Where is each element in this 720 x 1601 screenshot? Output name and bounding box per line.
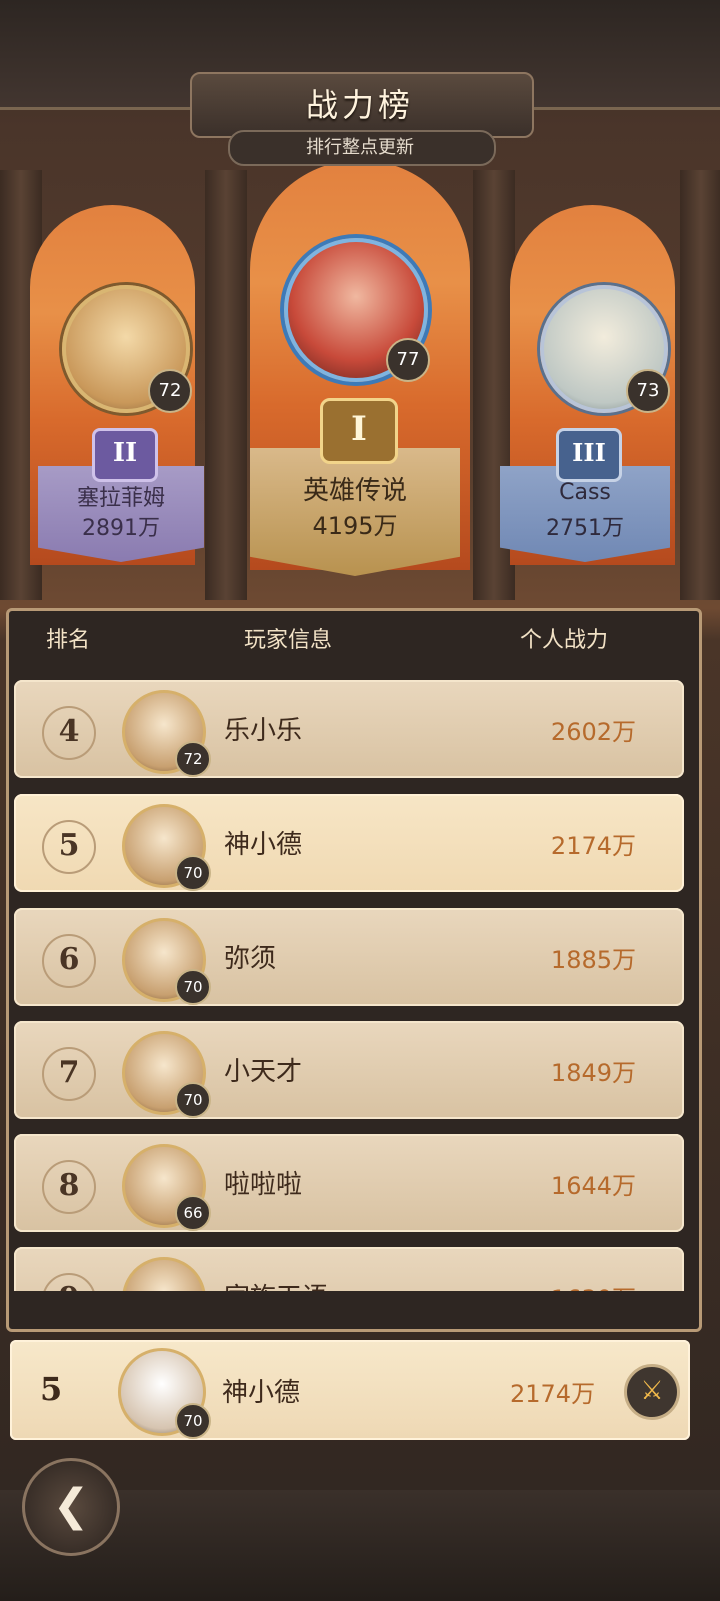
level-badge: 73 (626, 369, 670, 413)
podium-banner-1: 英雄传说 4195万 (250, 448, 460, 576)
level-badge: 77 (386, 338, 430, 382)
player-power: 1885万 (550, 946, 636, 974)
podium-power: 2751万 (546, 516, 624, 541)
level-badge: 70 (175, 1082, 211, 1118)
my-power: 2174万 (510, 1380, 596, 1408)
level-badge: 66 (175, 1195, 211, 1231)
podium-name: 塞拉菲姆 (76, 486, 165, 511)
my-name: 神小德 (222, 1378, 301, 1408)
level-badge: 70 (175, 855, 211, 891)
player-power: 1644万 (550, 1172, 636, 1200)
swords-icon[interactable]: ⚔ (624, 1364, 680, 1420)
rank-emblem-1: I (320, 398, 398, 464)
avatar[interactable]: 72 (122, 690, 211, 777)
level-badge: 70 (175, 969, 211, 1005)
avatar[interactable]: 70 (122, 804, 211, 891)
level-badge: 72 (175, 741, 211, 777)
rank-number: 8 (42, 1160, 96, 1214)
my-rank-number: 5 (40, 1370, 63, 1408)
pillar-mid-left (205, 170, 247, 600)
podium-avatar-1[interactable]: 77 (284, 238, 430, 382)
podium-power: 4195万 (312, 512, 398, 540)
podium-avatar-3[interactable]: 73 (540, 285, 670, 413)
rank-number: 6 (42, 934, 96, 988)
list-item[interactable]: 6 70 弥须 1885万 (14, 908, 684, 1006)
my-rank-bar[interactable]: 5 70 神小德 2174万 ⚔ (10, 1340, 690, 1440)
rank-number: 5 (42, 820, 96, 874)
avatar[interactable]: 70 (122, 918, 211, 1005)
player-power: 1849万 (550, 1059, 636, 1087)
col-player-header: 玩家信息 (244, 628, 333, 653)
player-name: 神小德 (224, 830, 303, 860)
list-item[interactable]: 9 家族天语 1630万 (14, 1247, 684, 1291)
back-arrow-icon: ❮ (52, 1480, 90, 1531)
list-item[interactable]: 5 70 神小德 2174万 (14, 794, 684, 892)
list-item[interactable]: 4 72 乐小乐 2602万 (14, 680, 684, 778)
leaderboard-screen: 战力榜 排行整点更新 72 77 73 塞拉菲姆 2891万 英雄传说 4195… (0, 0, 720, 1601)
page-subtitle: 排行整点更新 (306, 137, 414, 158)
podium-name: 英雄传说 (302, 476, 407, 506)
rank-number: 4 (42, 706, 96, 760)
list-header: 排名 玩家信息 个人战力 (0, 610, 720, 664)
podium-avatar-2[interactable]: 72 (62, 285, 192, 413)
level-badge: 70 (175, 1403, 211, 1439)
avatar[interactable]: 70 (118, 1348, 211, 1439)
level-badge: 72 (148, 369, 192, 413)
player-name: 乐小乐 (224, 716, 303, 746)
podium-name: Cass (559, 480, 611, 505)
avatar[interactable] (122, 1257, 206, 1291)
pillar-right (680, 170, 720, 600)
list-item[interactable]: 8 66 啦啦啦 1644万 (14, 1134, 684, 1232)
player-name: 家族天语 (224, 1277, 328, 1291)
list-item-clip: 9 家族天语 1630万 (14, 1247, 684, 1291)
player-name: 弥须 (224, 944, 277, 974)
avatar[interactable]: 66 (122, 1144, 211, 1231)
rank-number: 9 (42, 1273, 96, 1291)
player-power: 1630万 (551, 1279, 636, 1291)
rank-emblem-2: II (92, 428, 158, 482)
page-title: 战力榜 (305, 86, 414, 124)
player-power: 2174万 (550, 832, 636, 860)
podium-power: 2891万 (82, 516, 160, 541)
col-power-header: 个人战力 (520, 628, 609, 653)
back-button[interactable]: ❮ (22, 1458, 120, 1556)
player-power: 2602万 (550, 718, 636, 746)
rank-emblem-3: III (556, 428, 622, 482)
player-name: 啦啦啦 (224, 1170, 303, 1200)
list-item[interactable]: 7 70 小天才 1849万 (14, 1021, 684, 1119)
avatar[interactable]: 70 (122, 1031, 211, 1118)
player-name: 小天才 (224, 1057, 303, 1087)
rank-number: 7 (42, 1047, 96, 1101)
col-rank-header: 排名 (46, 628, 91, 653)
